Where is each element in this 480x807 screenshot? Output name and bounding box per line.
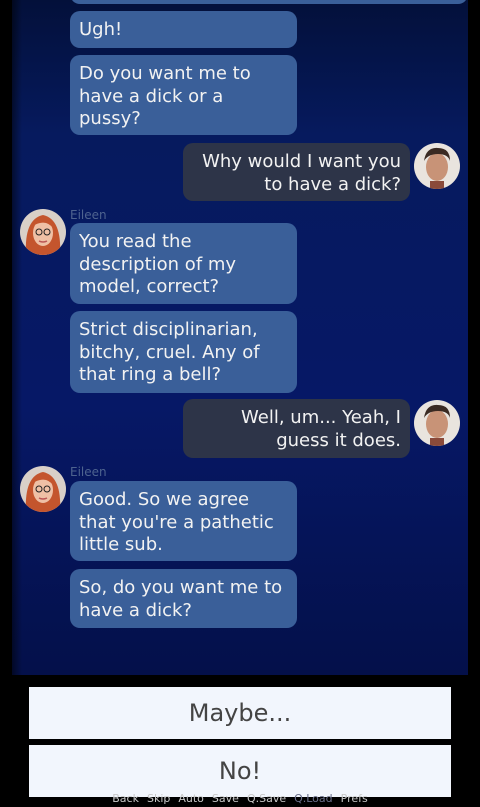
npc-message-4: Strict disciplinarian, bitchy, cruel. An…: [70, 311, 297, 393]
quick-menu-back[interactable]: Back: [112, 792, 139, 807]
npc-message-1: Ugh!: [70, 11, 297, 48]
quick-menu-qsave[interactable]: Q.Save: [247, 792, 286, 807]
quick-menu: Back Skip Auto Save Q.Save Q.Load Prefs: [0, 792, 480, 807]
quick-menu-auto[interactable]: Auto: [178, 792, 204, 807]
choice-no-button[interactable]: No!: [29, 745, 451, 797]
choice-maybe-button[interactable]: Maybe...: [29, 687, 451, 739]
player-message-2: Well, um... Yeah, I guess it does.: [183, 399, 410, 458]
speaker-name: Eileen: [70, 208, 107, 222]
quick-menu-prefs[interactable]: Prefs: [341, 792, 368, 807]
eileen-avatar: [20, 209, 66, 255]
quick-menu-skip[interactable]: Skip: [147, 792, 170, 807]
quick-menu-qload[interactable]: Q.Load: [294, 792, 333, 807]
player-message-1: Why would I want you to have a dick?: [183, 143, 410, 201]
player-avatar: [414, 143, 460, 189]
npc-message-3: You read the description of my model, co…: [70, 223, 297, 304]
quick-menu-save[interactable]: Save: [212, 792, 239, 807]
eileen-avatar-2: [20, 466, 66, 512]
previous-message-bubble: [70, 0, 468, 4]
npc-message-2: Do you want me to have a dick or a pussy…: [70, 55, 297, 135]
npc-message-6: So, do you want me to have a dick?: [70, 569, 297, 628]
player-avatar-2: [414, 400, 460, 446]
npc-message-5: Good. So we agree that you're a pathetic…: [70, 481, 297, 561]
speaker-name-2: Eileen: [70, 465, 107, 479]
panel-shade-left: [12, 0, 22, 675]
